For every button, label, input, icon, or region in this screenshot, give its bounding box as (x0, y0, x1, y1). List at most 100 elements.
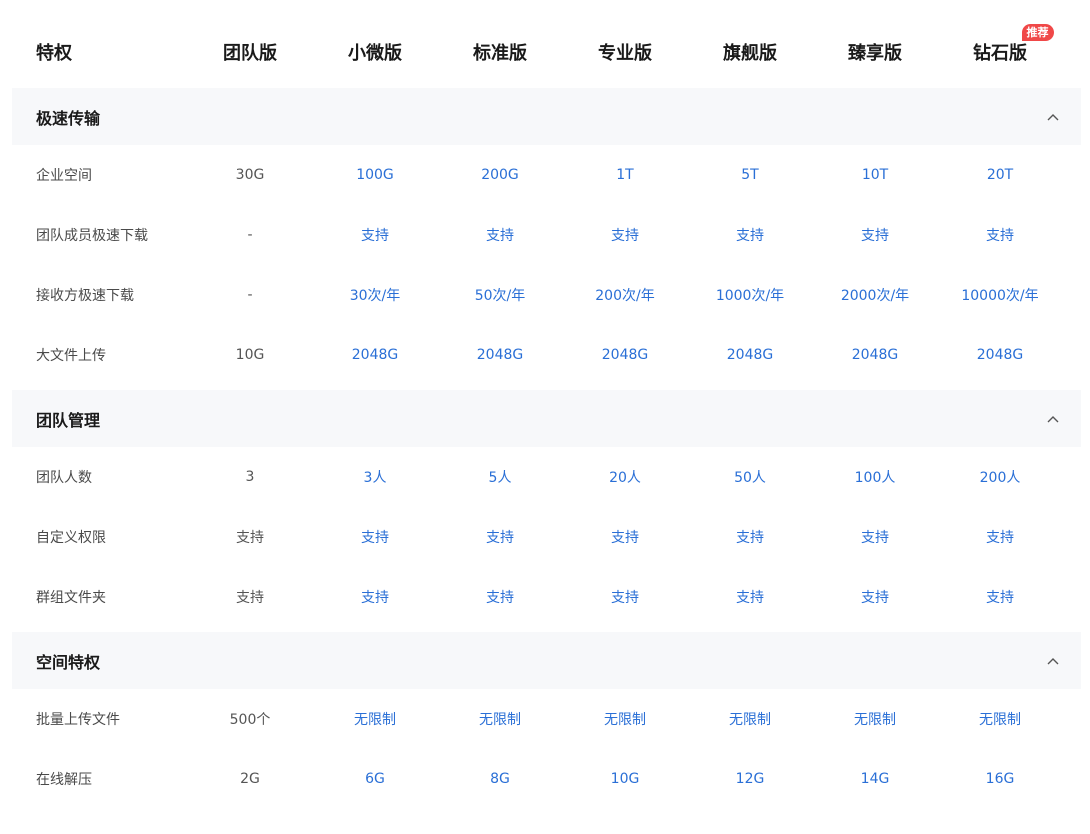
chevron-up-icon[interactable] (1047, 390, 1059, 447)
value-team: 30G (235, 167, 265, 183)
feature-label: 群组文件夹 (36, 590, 106, 606)
value-flagship: 支持 (736, 530, 764, 546)
section-header[interactable]: 团队管理 (12, 390, 1081, 447)
value-micro: 支持 (361, 590, 389, 606)
plan-name: 专业版 (598, 43, 652, 64)
value-team: 支持 (236, 530, 264, 546)
value-diamond: 支持 (986, 228, 1014, 244)
plan-header-flagship: 旗舰版 (688, 20, 813, 84)
value-micro: 30次/年 (349, 288, 401, 304)
value-standard: 支持 (486, 530, 514, 546)
value-premium: 支持 (861, 590, 889, 606)
feature-label: 团队成员极速下载 (36, 228, 148, 244)
value-diamond: 10000次/年 (961, 288, 1039, 304)
value-flagship: 无限制 (729, 712, 771, 728)
section-header[interactable]: 空间特权 (12, 632, 1081, 689)
section-title: 极速传输 (36, 108, 101, 128)
plan-comparison-table: 特权 团队版 小微版 标准版 专业版 旗舰版 臻享版 钻石版 推荐 极速传输企业… (0, 0, 1090, 834)
feature-label: 团队人数 (36, 470, 92, 486)
value-pro: 无限制 (604, 712, 646, 728)
value-premium: 无限制 (854, 712, 896, 728)
plan-name: 小微版 (348, 43, 402, 64)
value-premium: 2000次/年 (840, 288, 910, 304)
plan-name: 团队版 (223, 43, 277, 64)
value-premium: 14G (860, 771, 890, 787)
value-micro: 支持 (361, 228, 389, 244)
table-header: 特权 团队版 小微版 标准版 专业版 旗舰版 臻享版 钻石版 推荐 (12, 20, 1081, 84)
plan-header-standard: 标准版 (438, 20, 563, 84)
feature-label: 企业空间 (36, 168, 92, 184)
value-team: 10G (235, 347, 265, 363)
feature-label: 接收方极速下载 (36, 288, 134, 304)
feature-label: 大文件上传 (36, 348, 106, 364)
table-row: 接收方极速下载 - 30次/年 50次/年 200次/年 1000次/年 2000次/年 10… (12, 265, 1081, 325)
value-standard: 2048G (476, 347, 524, 363)
section-header[interactable]: 极速传输 (12, 88, 1081, 145)
chevron-up-icon[interactable] (1047, 632, 1059, 689)
value-pro: 2048G (601, 347, 649, 363)
value-team: 2G (240, 771, 260, 787)
plan-name: 旗舰版 (723, 43, 777, 64)
value-micro: 3人 (363, 470, 387, 486)
table-row: 团队人数 3 3人 5人 20人 50人 100人 200人 (12, 447, 1081, 507)
value-team: 支持 (236, 590, 264, 606)
plan-name: 臻享版 (848, 43, 902, 64)
value-flagship: 5T (741, 167, 759, 183)
value-pro: 1T (616, 167, 634, 183)
value-pro: 20人 (609, 470, 641, 486)
value-micro: 无限制 (354, 712, 396, 728)
value-standard: 200G (481, 167, 519, 183)
value-micro: 2048G (351, 347, 399, 363)
value-team: 500个 (229, 712, 271, 728)
value-standard: 无限制 (479, 712, 521, 728)
value-diamond: 16G (985, 771, 1015, 787)
value-flagship: 1000次/年 (715, 288, 785, 304)
plan-header-team: 团队版 (188, 20, 313, 84)
value-diamond: 200人 (979, 470, 1021, 486)
value-diamond: 支持 (986, 590, 1014, 606)
value-diamond: 2048G (976, 347, 1024, 363)
value-pro: 200次/年 (595, 288, 655, 304)
value-premium: 100人 (854, 470, 896, 486)
table-row: 自定义权限 支持 支持 支持 支持 支持 支持 支持 (12, 507, 1081, 567)
value-flagship: 支持 (736, 590, 764, 606)
recommend-badge: 推荐 (1021, 24, 1054, 41)
value-team: - (247, 227, 253, 243)
value-diamond: 20T (986, 167, 1014, 183)
feature-label: 在线解压 (36, 772, 92, 788)
value-premium: 10T (861, 167, 889, 183)
value-flagship: 支持 (736, 228, 764, 244)
plan-name: 钻石版 (973, 43, 1027, 64)
value-pro: 10G (610, 771, 640, 787)
plan-header-diamond: 钻石版 推荐 (938, 20, 1063, 84)
table-row: 大文件上传 10G 2048G 2048G 2048G 2048G 2048G 2048G (12, 325, 1081, 385)
value-diamond: 支持 (986, 530, 1014, 546)
table-row: 群组文件夹 支持 支持 支持 支持 支持 支持 支持 (12, 567, 1081, 627)
value-micro: 支持 (361, 530, 389, 546)
plan-header-pro: 专业版 (563, 20, 688, 84)
value-premium: 2048G (851, 347, 899, 363)
value-flagship: 2048G (726, 347, 774, 363)
value-micro: 6G (365, 771, 385, 787)
plan-header-micro: 小微版 (313, 20, 438, 84)
value-pro: 支持 (611, 590, 639, 606)
value-standard: 50次/年 (474, 288, 526, 304)
value-premium: 支持 (861, 530, 889, 546)
table-row: 在线解压 2G 6G 8G 10G 12G 14G 16G (12, 749, 1081, 809)
feature-label: 自定义权限 (36, 530, 106, 546)
feature-column-header: 特权 (36, 43, 72, 64)
value-premium: 支持 (861, 228, 889, 244)
value-standard: 8G (490, 771, 510, 787)
value-flagship: 12G (735, 771, 765, 787)
section-title: 团队管理 (36, 410, 101, 430)
value-flagship: 50人 (734, 470, 766, 486)
table-row: 企业空间 30G 100G 200G 1T 5T 10T 20T (12, 145, 1081, 205)
value-micro: 100G (356, 167, 394, 183)
chevron-up-icon[interactable] (1047, 88, 1059, 145)
value-team: - (247, 287, 253, 303)
value-team: 3 (245, 469, 255, 485)
value-pro: 支持 (611, 530, 639, 546)
plan-header-premium: 臻享版 (813, 20, 938, 84)
value-standard: 5人 (488, 470, 512, 486)
feature-label: 批量上传文件 (36, 712, 120, 728)
